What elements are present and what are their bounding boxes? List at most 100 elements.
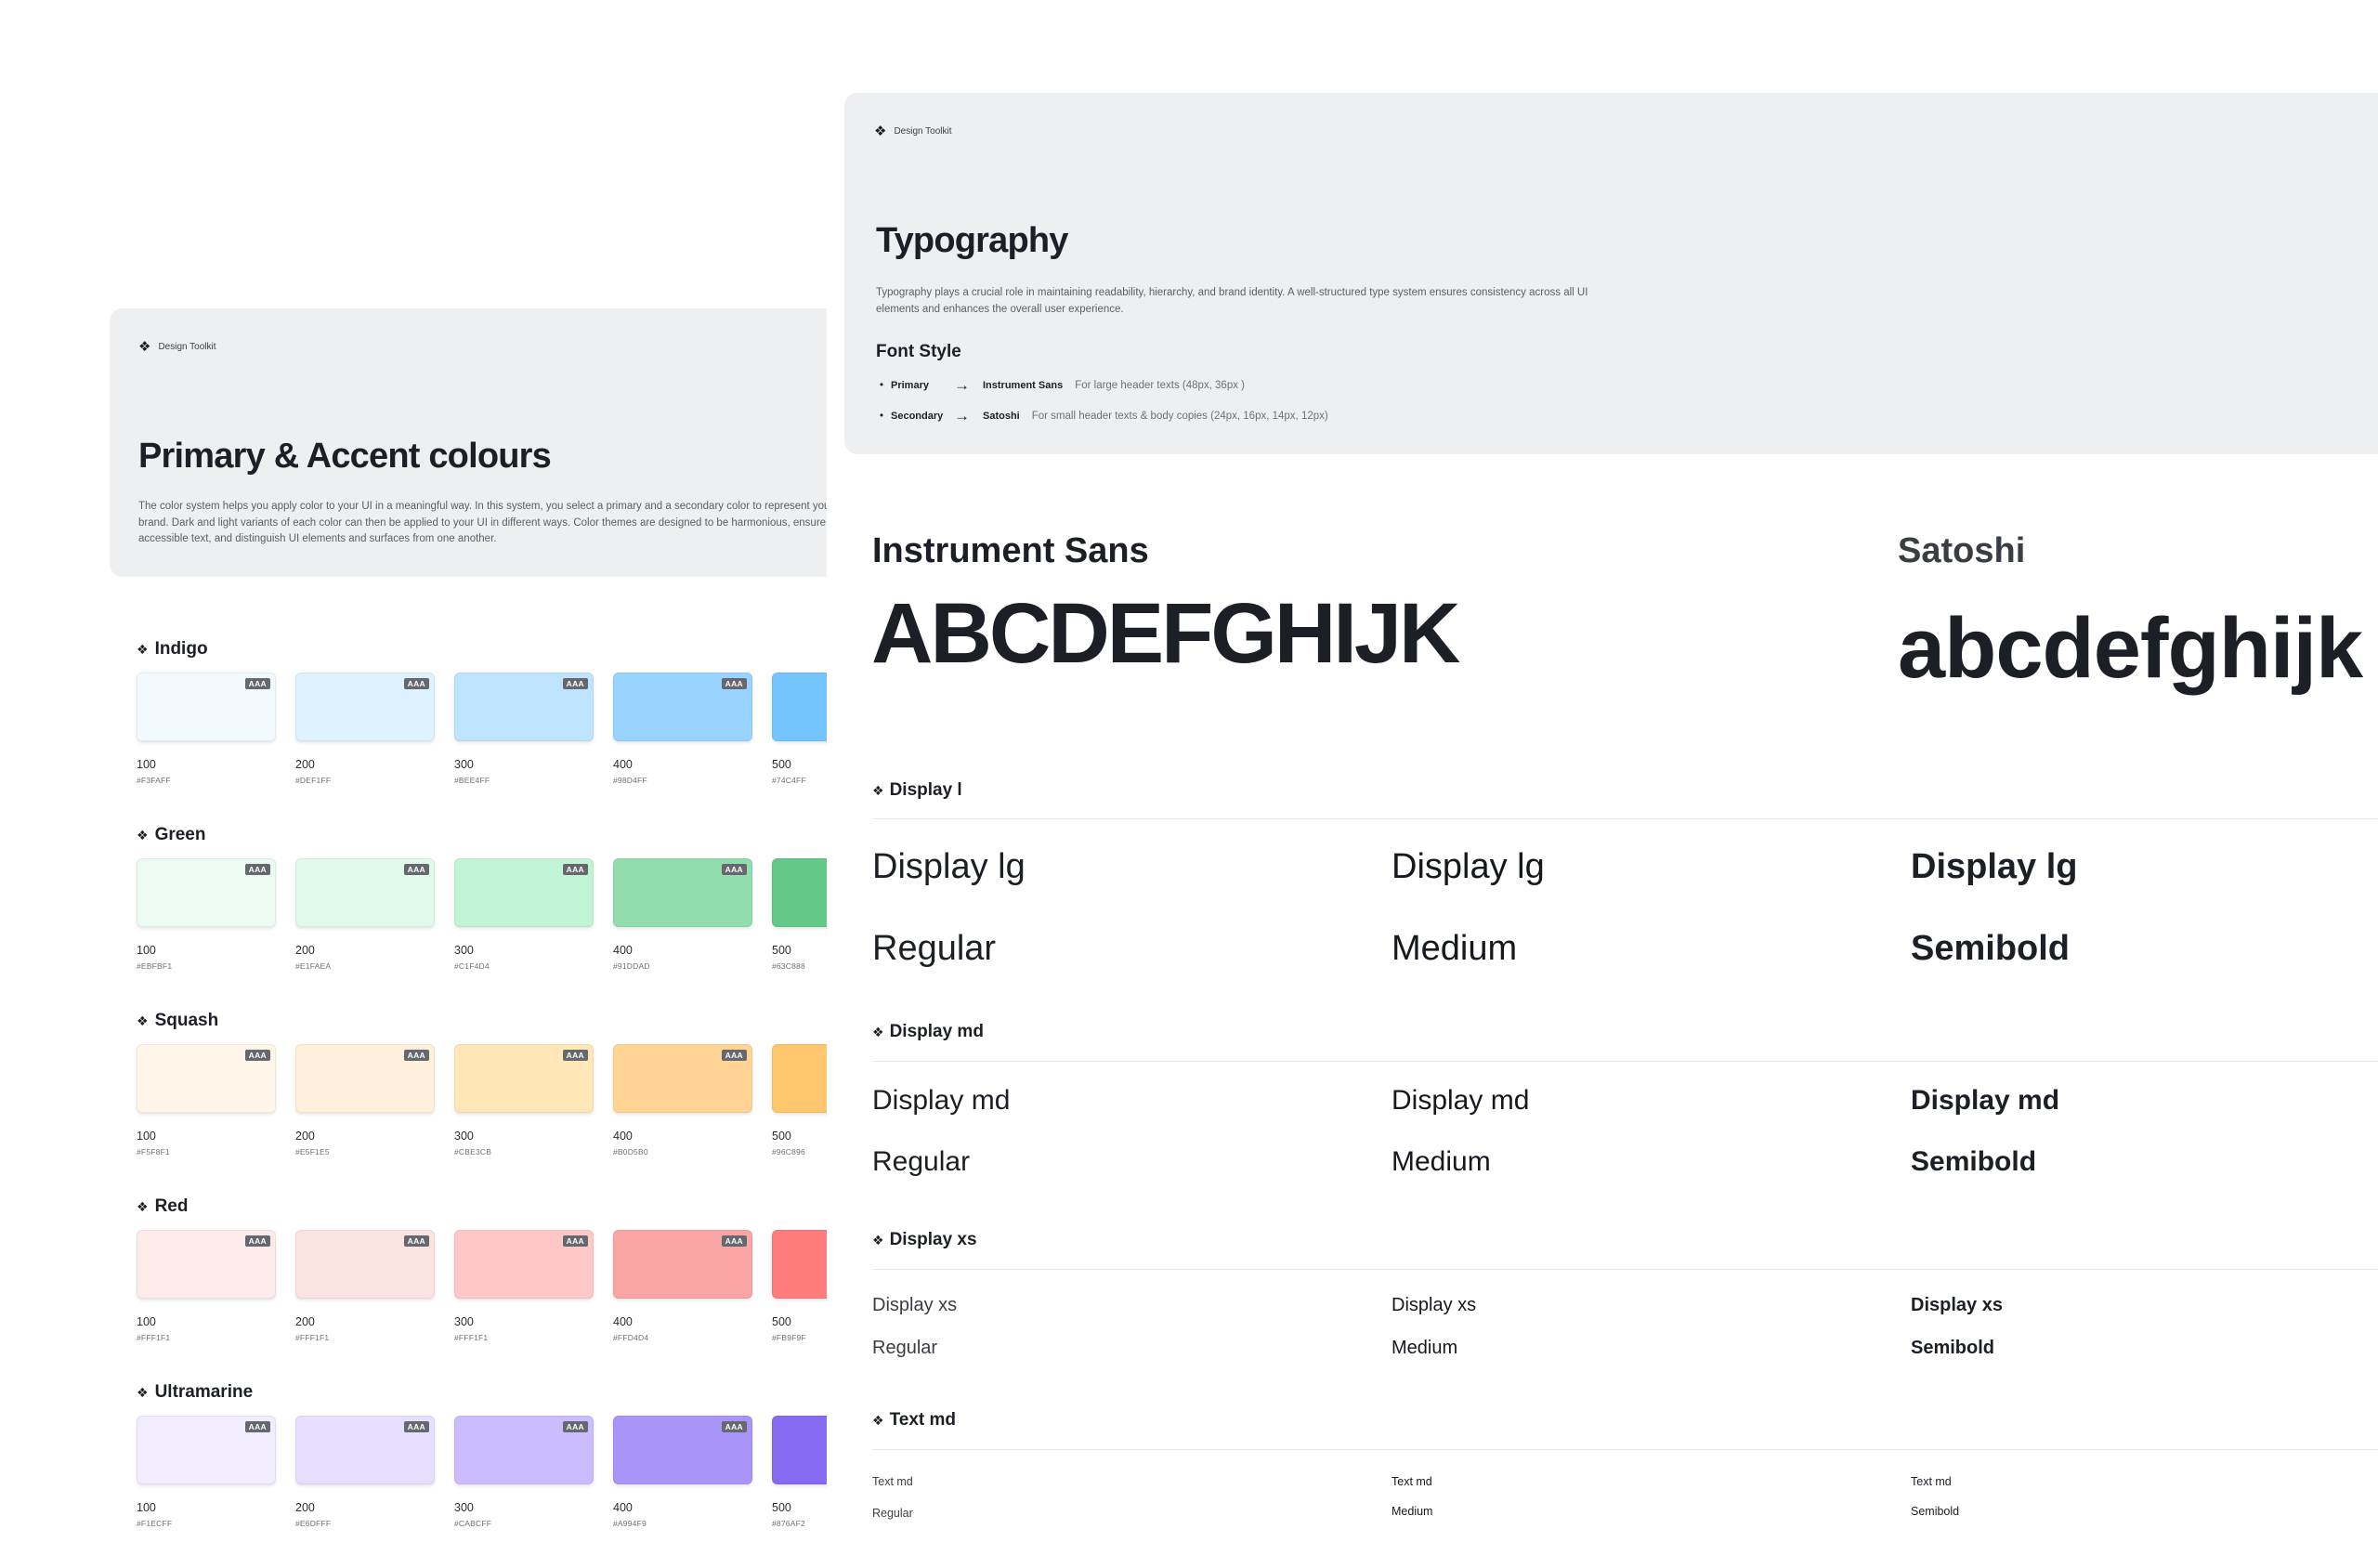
contrast-badge: AAA: [562, 1421, 588, 1432]
section-diamond-icon: ❖: [137, 1198, 149, 1214]
section-title: ❖ Display md: [872, 1022, 984, 1042]
section-title-text: Display md: [889, 1022, 984, 1041]
swatch-red-100[interactable]: AAA: [137, 1230, 276, 1299]
type-sample-weight: Medium: [1392, 929, 1518, 968]
swatch-green-500[interactable]: AAA: [772, 858, 827, 927]
swatch-squash-300[interactable]: AAA: [454, 1044, 594, 1113]
swatch-indigo-300[interactable]: AAA: [454, 673, 594, 741]
type-sample-label: Text md: [1392, 1475, 1432, 1488]
swatch-red-200[interactable]: AAA: [295, 1230, 435, 1299]
swatch-shade: 300: [454, 944, 474, 957]
page-description: The color system helps you apply color t…: [138, 501, 827, 544]
contrast-badge: AAA: [403, 1235, 429, 1247]
swatch-green-100[interactable]: AAA: [137, 858, 276, 927]
contrast-badge: AAA: [562, 678, 588, 689]
secondary-font-name: Satoshi: [1898, 531, 2026, 570]
swatch-hex: #FB9F9F: [772, 1333, 806, 1342]
swatch-ultramarine-100[interactable]: AAA: [137, 1416, 276, 1484]
swatch-hex: #C1F4D4: [454, 961, 490, 971]
palette-title-text: Indigo: [154, 639, 208, 659]
palette-title: ❖ Green: [137, 825, 205, 845]
swatch-shade: 500: [772, 1315, 791, 1328]
swatch-hex: #63C888: [772, 961, 805, 971]
swatch-red-300[interactable]: AAA: [454, 1230, 594, 1299]
swatch-red-400[interactable]: AAA: [613, 1230, 752, 1299]
swatch-indigo-500[interactable]: AAA: [772, 673, 827, 741]
section-diamond-icon: ❖: [137, 1013, 149, 1028]
section-diamond-icon: ❖: [872, 1232, 884, 1248]
swatch-hex: #E1FAEA: [295, 961, 332, 971]
swatch-indigo-200[interactable]: AAA: [295, 673, 435, 741]
swatch-shade: 300: [454, 758, 474, 771]
swatch-green-400[interactable]: AAA: [613, 858, 752, 927]
swatch-squash-400[interactable]: AAA: [613, 1044, 752, 1113]
swatch-green-200[interactable]: AAA: [295, 858, 435, 927]
swatch-indigo-400[interactable]: AAA: [613, 673, 752, 741]
palette-title-text: Squash: [154, 1011, 219, 1030]
page-title: Primary & Accent colours: [138, 437, 552, 476]
palette-title-text: Red: [154, 1196, 189, 1216]
swatch-ultramarine-300[interactable]: AAA: [454, 1416, 594, 1484]
brand-label: ❖ Design Toolkit: [138, 340, 216, 354]
toolkit-logo-icon: ❖: [874, 124, 887, 139]
bullet-icon: •: [880, 411, 884, 422]
swatch-ultramarine-400[interactable]: AAA: [613, 1416, 752, 1484]
swatch-shade: 400: [613, 1130, 633, 1143]
type-sample-label: Display md: [1911, 1085, 2060, 1116]
swatch-shade: 100: [137, 758, 156, 771]
palette-title-text: Ultramarine: [154, 1382, 254, 1402]
swatch-ultramarine-500[interactable]: AAA: [772, 1416, 827, 1484]
type-sample-label: Display xs: [872, 1295, 958, 1315]
font-style-secondary: • Secondary → Satoshi For small header t…: [880, 407, 1328, 425]
palette-title: ❖ Indigo: [137, 639, 208, 660]
swatch-hex: #FFF1F1: [137, 1333, 171, 1342]
swatch-hex: #F1ECFF: [137, 1519, 173, 1528]
swatch-shade: 100: [137, 1501, 156, 1514]
toolkit-logo-icon: ❖: [138, 339, 151, 355]
font-style-primary: • Primary → Instrument Sans For large he…: [880, 376, 1245, 395]
type-sample-weight: Semibold: [1911, 929, 2071, 968]
swatch-squash-100[interactable]: AAA: [137, 1044, 276, 1113]
type-sample-label: Display xs: [1911, 1295, 2003, 1315]
palette-title: ❖ Red: [137, 1196, 188, 1217]
type-sample-weight: Regular: [872, 1146, 971, 1177]
swatch-shade: 100: [137, 944, 156, 957]
swatch-red-500[interactable]: AAA: [772, 1230, 827, 1299]
swatch-squash-500[interactable]: AAA: [772, 1044, 827, 1113]
swatch-shade: 200: [295, 944, 315, 957]
section-title: ❖ Display xs: [872, 1230, 977, 1250]
swatch-shade: 400: [613, 1501, 633, 1514]
swatch-squash-200[interactable]: AAA: [295, 1044, 435, 1113]
palette-green: ❖ Green AAA AAA AAA AAA AAA 100 200 300 4…: [0, 825, 827, 1011]
section-diamond-icon: ❖: [137, 1384, 149, 1400]
contrast-badge: AAA: [244, 678, 270, 689]
swatch-indigo-100[interactable]: AAA: [137, 673, 276, 741]
swatch-hex: #B0D5B0: [613, 1147, 648, 1156]
font-name: Instrument Sans: [983, 380, 1064, 391]
brand-label-text: Design Toolkit: [894, 126, 952, 137]
contrast-badge: AAA: [562, 1050, 588, 1061]
section-divider: [872, 1449, 2378, 1450]
typography-header-card: ❖ Design Toolkit Typography Typography p…: [844, 93, 2378, 454]
swatch-shade: 200: [295, 1315, 315, 1328]
section-divider: [872, 818, 2378, 819]
type-sample-label: Text md: [872, 1475, 913, 1488]
swatch-hex: #74C4FF: [772, 776, 806, 785]
contrast-badge: AAA: [403, 1421, 429, 1432]
font-style-heading: Font Style: [876, 342, 961, 361]
swatch-hex: #BEE4FF: [454, 776, 490, 785]
swatch-ultramarine-200[interactable]: AAA: [295, 1416, 435, 1484]
font-usage: For large header texts (48px, 36px ): [1075, 380, 1246, 391]
section-diamond-icon: ❖: [872, 782, 884, 798]
swatch-hex: #98D4FF: [613, 776, 647, 785]
palette-indigo: ❖Indigo AAA AAA AAA AAA AAA 100 200 300 …: [0, 639, 827, 825]
colours-page: ❖ Design Toolkit Primary & Accent colour…: [0, 0, 827, 1568]
type-sample-weight: Medium: [1392, 1146, 1491, 1177]
type-sample-weight: Regular: [872, 1338, 938, 1358]
primary-font-name: Instrument Sans: [872, 531, 1149, 570]
type-section-display-xs: ❖ Display xs Display xs Regular Display x…: [872, 1230, 2378, 1379]
swatch-hex: #E5F1E5: [295, 1147, 330, 1156]
swatch-green-300[interactable]: AAA: [454, 858, 594, 927]
type-section-text-md: ❖ Text md Text md Regular Text md Medium …: [872, 1410, 2378, 1549]
section-title: ❖ Display l: [872, 780, 962, 801]
